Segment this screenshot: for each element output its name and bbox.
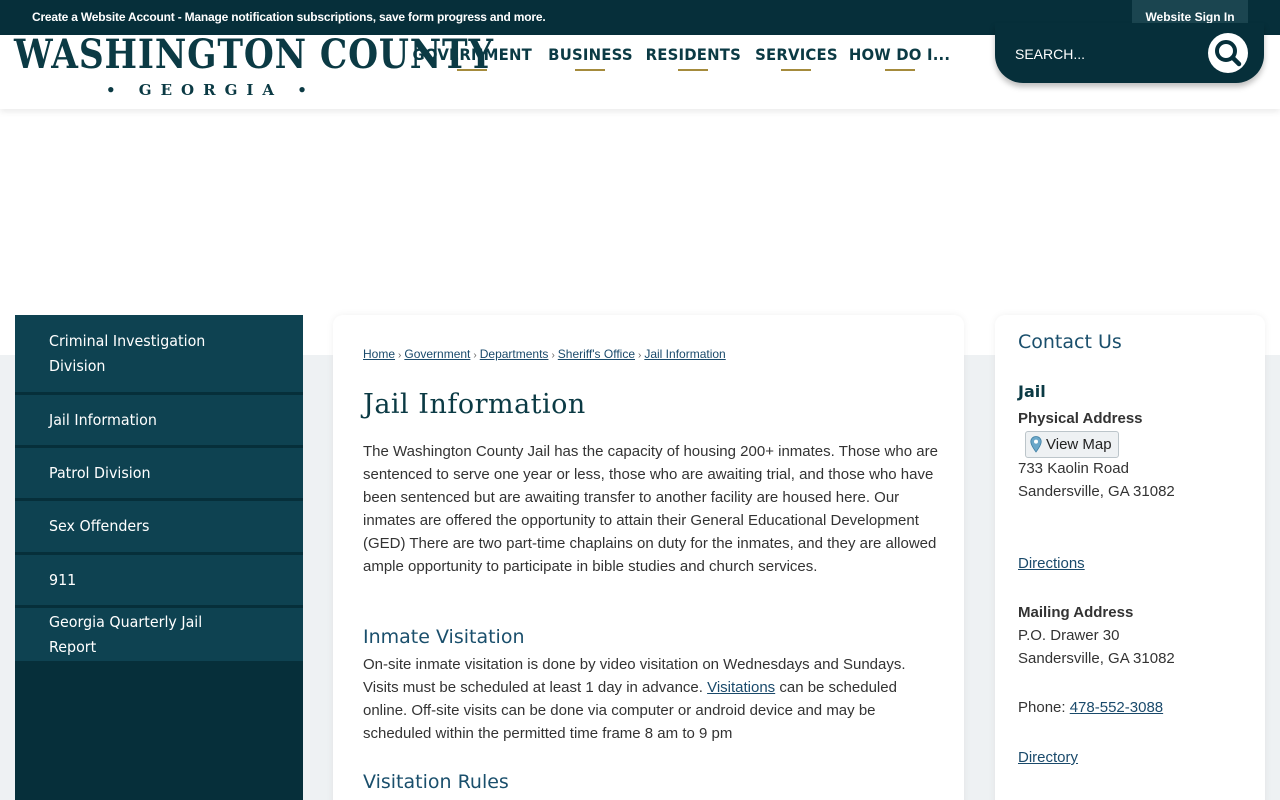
nav-label: SERVICES — [754, 45, 838, 64]
nav-government[interactable]: GOVERNMENT — [406, 35, 538, 109]
sidebar-item-label: Patrol Division — [49, 463, 151, 482]
search-box — [995, 23, 1264, 83]
nav-services[interactable]: SERVICES — [744, 35, 848, 109]
nav-business[interactable]: BUSINESS — [538, 35, 642, 109]
directory-link[interactable]: Directory — [1018, 749, 1078, 766]
mailing-address-line1: P.O. Drawer 30 — [1018, 627, 1120, 644]
nav-label: BUSINESS — [547, 45, 633, 64]
breadcrumb-departments[interactable]: Departments — [480, 347, 549, 361]
nav-label: GOVERNMENT — [412, 45, 532, 64]
contact-name: Jail — [1018, 382, 1046, 401]
sidebar-item-label: Criminal Investigation Division — [49, 331, 206, 375]
sidebar-item-sex-offenders[interactable]: Sex Offenders — [15, 501, 303, 555]
breadcrumb-separator: › — [473, 350, 477, 361]
sidebar-nav: Criminal Investigation Division Jail Inf… — [15, 315, 303, 800]
search-input[interactable] — [1015, 41, 1195, 67]
nav-residents[interactable]: RESIDENTS — [642, 35, 744, 109]
sidebar-item-label: Jail Information — [49, 410, 157, 429]
sidebar-item-quarterly-jail-report[interactable]: Georgia Quarterly Jail Report — [15, 608, 303, 661]
nav-underline — [885, 69, 915, 71]
map-pin-icon — [1030, 436, 1042, 453]
intro-paragraph: The Washington County Jail has the capac… — [363, 443, 938, 575]
directions-link[interactable]: Directions — [1018, 555, 1085, 572]
view-map-button[interactable]: View Map — [1025, 431, 1119, 458]
sidebar-item-label: 911 — [49, 570, 77, 589]
breadcrumb-jail-information[interactable]: Jail Information — [644, 347, 725, 361]
phone-label: Phone: — [1018, 699, 1070, 716]
nav-underline — [678, 69, 708, 71]
nav-underline — [575, 69, 605, 71]
visitation-heading: Inmate Visitation — [363, 626, 525, 648]
contact-heading: Contact Us — [1018, 331, 1122, 353]
mailing-address-line2: Sandersville, GA 31082 — [1018, 650, 1175, 667]
sidebar-item-label: Georgia Quarterly Jail Report — [49, 612, 203, 656]
nav-underline — [781, 69, 811, 71]
phone-row: Phone: 478-552-3088 — [1018, 699, 1163, 716]
mailing-address-label: Mailing Address — [1018, 604, 1134, 621]
sidebar-item-jail-information[interactable]: Jail Information — [15, 395, 303, 448]
phone-link[interactable]: 478-552-3088 — [1070, 699, 1163, 716]
nav-underline — [457, 69, 487, 71]
physical-address-line2: Sandersville, GA 31082 — [1018, 483, 1175, 500]
breadcrumb-government[interactable]: Government — [404, 347, 470, 361]
logo-subtitle: • GEORGIA • — [106, 81, 316, 99]
breadcrumb-separator: › — [551, 350, 555, 361]
visitation-rules-heading: Visitation Rules — [363, 771, 509, 793]
visitation-paragraph: On-site inmate visitation is done by vid… — [363, 653, 938, 745]
sidebar-item-patrol-division[interactable]: Patrol Division — [15, 448, 303, 501]
nav-label: HOW DO I... — [849, 45, 951, 64]
page-title: Jail Information — [363, 389, 586, 420]
county-logo[interactable]: WASHINGTON COUNTY • GEORGIA • — [14, 31, 493, 103]
sidebar-item-label: Sex Offenders — [49, 517, 150, 535]
nav-label: RESIDENTS — [645, 45, 741, 64]
nav-how-do-i[interactable]: HOW DO I... — [848, 35, 952, 109]
visitations-link[interactable]: Visitations — [707, 679, 775, 696]
contact-card: Contact Us Jail Physical Address View Ma… — [995, 315, 1265, 800]
sidebar-item-911[interactable]: 911 — [15, 555, 303, 608]
breadcrumb-home[interactable]: Home — [363, 347, 395, 361]
breadcrumb-separator: › — [638, 350, 642, 361]
sidebar-item-criminal-investigation[interactable]: Criminal Investigation Division — [15, 315, 303, 395]
create-account-link[interactable]: Create a Website Account - Manage notifi… — [32, 10, 546, 24]
physical-address-line1: 733 Kaolin Road — [1018, 460, 1129, 477]
search-button[interactable] — [1208, 33, 1248, 73]
physical-address-label: Physical Address — [1018, 410, 1143, 427]
view-map-label: View Map — [1046, 436, 1112, 453]
breadcrumb-sheriffs-office[interactable]: Sheriff's Office — [558, 347, 635, 361]
site-header: WASHINGTON COUNTY • GEORGIA • GOVERNMENT… — [0, 23, 1280, 109]
breadcrumb: Home › Government › Departments › Sheriff's Of… — [363, 347, 726, 361]
main-content: Home › Government › Departments › Sheriff's Of… — [333, 315, 964, 800]
search-icon — [1215, 40, 1242, 67]
main-nav: GOVERNMENT BUSINESS RESIDENTS SERVICES H… — [406, 35, 952, 109]
breadcrumb-separator: › — [398, 350, 402, 361]
